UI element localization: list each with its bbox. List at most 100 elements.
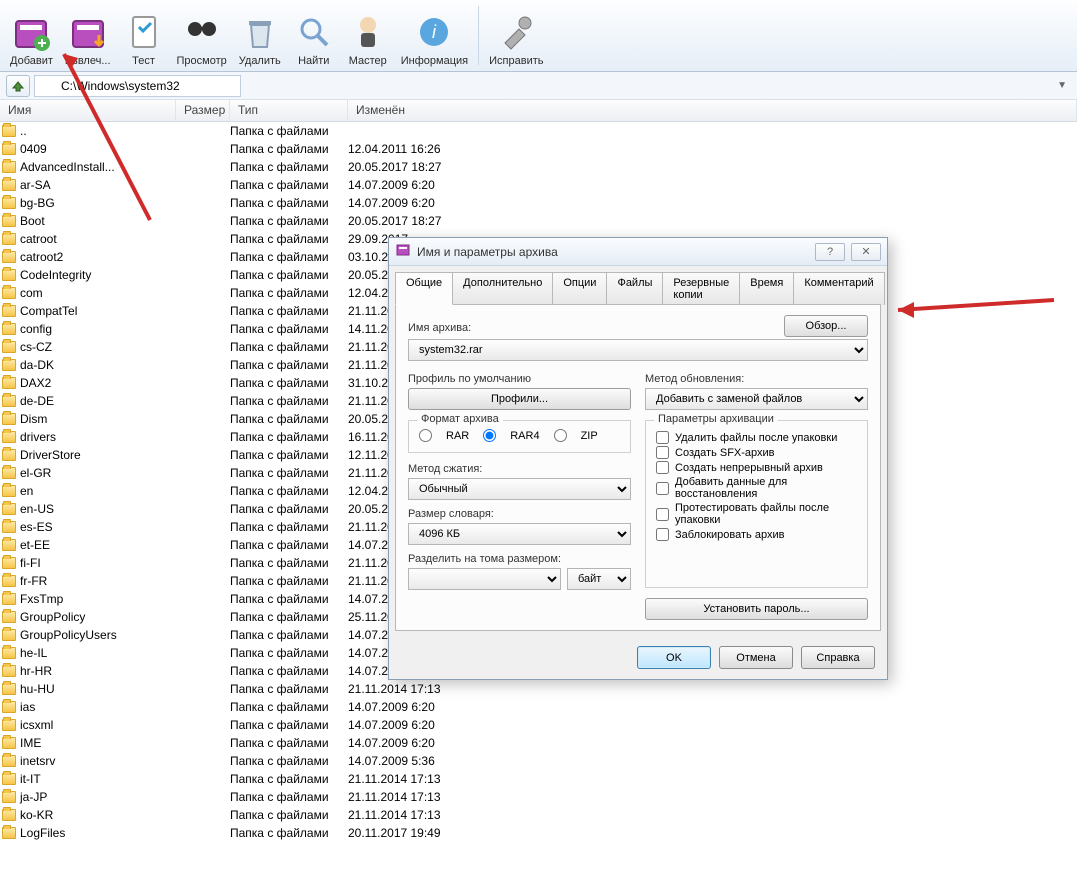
col-type[interactable]: Тип bbox=[230, 100, 348, 121]
table-row[interactable]: inetsrvПапка с файлами14.07.2009 5:36 bbox=[0, 752, 1077, 770]
file-name: he-IL bbox=[20, 646, 47, 660]
toolbar-label: Удалить bbox=[239, 55, 281, 67]
info-button[interactable]: iИнформация bbox=[395, 2, 474, 69]
tab-5[interactable]: Время bbox=[739, 272, 794, 305]
file-type: Папка с файлами bbox=[230, 592, 348, 606]
table-row[interactable]: ja-JPПапка с файлами21.11.2014 17:13 bbox=[0, 788, 1077, 806]
file-name: bg-BG bbox=[20, 196, 55, 210]
folder-icon bbox=[2, 827, 16, 839]
chevron-down-icon[interactable]: ▼ bbox=[1057, 80, 1067, 91]
file-name: catroot bbox=[20, 232, 57, 246]
password-button[interactable]: Установить пароль... bbox=[645, 598, 868, 620]
folder-icon bbox=[2, 773, 16, 785]
archive-name-input[interactable]: system32.rar bbox=[408, 339, 868, 361]
profiles-button[interactable]: Профили... bbox=[408, 388, 631, 410]
ok-button[interactable]: OK bbox=[637, 646, 711, 669]
col-name[interactable]: Имя bbox=[0, 100, 176, 121]
table-row[interactable]: AdvancedInstall...Папка с файлами20.05.2… bbox=[0, 158, 1077, 176]
wizard-button[interactable]: Мастер bbox=[341, 2, 395, 69]
file-name: Boot bbox=[20, 214, 45, 228]
table-row[interactable]: IMEПапка с файлами14.07.2009 6:20 bbox=[0, 734, 1077, 752]
file-name: de-DE bbox=[20, 394, 54, 408]
browse-button[interactable]: Обзор... bbox=[784, 315, 868, 337]
update-method-select[interactable]: Добавить с заменой файлов bbox=[645, 388, 868, 410]
tab-4[interactable]: Резервные копии bbox=[662, 272, 740, 305]
tab-0[interactable]: Общие bbox=[395, 272, 453, 305]
repair-button[interactable]: Исправить bbox=[483, 2, 549, 69]
table-row[interactable]: BootПапка с файлами20.05.2017 18:27 bbox=[0, 212, 1077, 230]
file-name: cs-CZ bbox=[20, 340, 52, 354]
file-type: Папка с файлами bbox=[230, 502, 348, 516]
tab-2[interactable]: Опции bbox=[552, 272, 607, 305]
file-name: LogFiles bbox=[20, 826, 65, 840]
file-type: Папка с файлами bbox=[230, 412, 348, 426]
file-type: Папка с файлами bbox=[230, 340, 348, 354]
file-name: en bbox=[20, 484, 33, 498]
table-row[interactable]: bg-BGПапка с файлами14.07.2009 6:20 bbox=[0, 194, 1077, 212]
help-dialog-button[interactable]: Справка bbox=[801, 646, 875, 669]
table-row[interactable]: ar-SAПапка с файлами14.07.2009 6:20 bbox=[0, 176, 1077, 194]
col-size[interactable]: Размер bbox=[176, 100, 230, 121]
folder-icon bbox=[2, 647, 16, 659]
find-icon bbox=[293, 11, 335, 53]
file-type: Папка с файлами bbox=[230, 196, 348, 210]
option-checkbox-5[interactable]: Заблокировать архив bbox=[656, 528, 857, 541]
file-type: Папка с файлами bbox=[230, 430, 348, 444]
delete-button[interactable]: Удалить bbox=[233, 2, 287, 69]
extract-button[interactable]: Извлеч... bbox=[59, 2, 117, 69]
file-name: CodeIntegrity bbox=[20, 268, 91, 282]
folder-icon bbox=[2, 323, 16, 335]
tab-6[interactable]: Комментарий bbox=[793, 272, 884, 305]
file-name: ar-SA bbox=[20, 178, 51, 192]
table-row[interactable]: ..Папка с файлами bbox=[0, 122, 1077, 140]
tab-1[interactable]: Дополнительно bbox=[452, 272, 553, 305]
file-type: Папка с файлами bbox=[230, 628, 348, 642]
toolbar-label: Найти bbox=[298, 55, 329, 67]
cancel-button[interactable]: Отмена bbox=[719, 646, 793, 669]
format-radio-rar4[interactable]: RAR4 bbox=[483, 429, 539, 442]
view-button[interactable]: Просмотр bbox=[171, 2, 233, 69]
path-input[interactable] bbox=[34, 75, 241, 97]
close-button[interactable]: ✕ bbox=[851, 243, 881, 261]
tab-3[interactable]: Файлы bbox=[606, 272, 663, 305]
split-unit-select[interactable]: байт bbox=[567, 568, 631, 590]
table-row[interactable]: it-ITПапка с файлами21.11.2014 17:13 bbox=[0, 770, 1077, 788]
table-row[interactable]: ko-KRПапка с файлами21.11.2014 17:13 bbox=[0, 806, 1077, 824]
table-row[interactable]: LogFilesПапка с файлами20.11.2017 19:49 bbox=[0, 824, 1077, 842]
table-row[interactable]: 0409Папка с файлами12.04.2011 16:26 bbox=[0, 140, 1077, 158]
file-name: it-IT bbox=[20, 772, 41, 786]
option-checkbox-0[interactable]: Удалить файлы после упаковки bbox=[656, 431, 857, 444]
help-button[interactable]: ? bbox=[815, 243, 845, 261]
format-radio-zip[interactable]: ZIP bbox=[554, 429, 598, 442]
split-size-input[interactable] bbox=[408, 568, 561, 590]
file-date: 14.07.2009 6:20 bbox=[348, 700, 1077, 714]
up-button[interactable] bbox=[6, 75, 30, 97]
option-checkbox-4[interactable]: Протестировать файлы после упаковки bbox=[656, 502, 857, 526]
add-button[interactable]: Добавит bbox=[4, 2, 59, 69]
table-row[interactable]: hu-HUПапка с файлами21.11.2014 17:13 bbox=[0, 680, 1077, 698]
file-type: Папка с файлами bbox=[230, 646, 348, 660]
col-modified[interactable]: Изменён bbox=[348, 100, 1077, 121]
file-type: Папка с файлами bbox=[230, 772, 348, 786]
dict-select[interactable]: 4096 КБ bbox=[408, 523, 631, 545]
format-radio-rar[interactable]: RAR bbox=[419, 429, 469, 442]
table-row[interactable]: icsxmlПапка с файлами14.07.2009 6:20 bbox=[0, 716, 1077, 734]
file-date: 14.07.2009 6:20 bbox=[348, 178, 1077, 192]
folder-icon bbox=[2, 233, 16, 245]
dict-label: Размер словаря: bbox=[408, 508, 631, 520]
folder-icon bbox=[2, 701, 16, 713]
file-type: Папка с файлами bbox=[230, 682, 348, 696]
toolbar-label: Мастер bbox=[349, 55, 387, 67]
option-checkbox-2[interactable]: Создать непрерывный архив bbox=[656, 461, 857, 474]
file-name: ja-JP bbox=[20, 790, 47, 804]
option-checkbox-3[interactable]: Добавить данные для восстановления bbox=[656, 476, 857, 500]
option-checkbox-1[interactable]: Создать SFX-архив bbox=[656, 446, 857, 459]
split-label: Разделить на тома размером: bbox=[408, 553, 631, 565]
find-button[interactable]: Найти bbox=[287, 2, 341, 69]
toolbar-label: Исправить bbox=[489, 55, 543, 67]
file-type: Папка с файлами bbox=[230, 160, 348, 174]
table-row[interactable]: iasПапка с файлами14.07.2009 6:20 bbox=[0, 698, 1077, 716]
test-button[interactable]: Тест bbox=[117, 2, 171, 69]
options-label: Параметры архивации bbox=[654, 413, 778, 425]
compress-select[interactable]: Обычный bbox=[408, 478, 631, 500]
